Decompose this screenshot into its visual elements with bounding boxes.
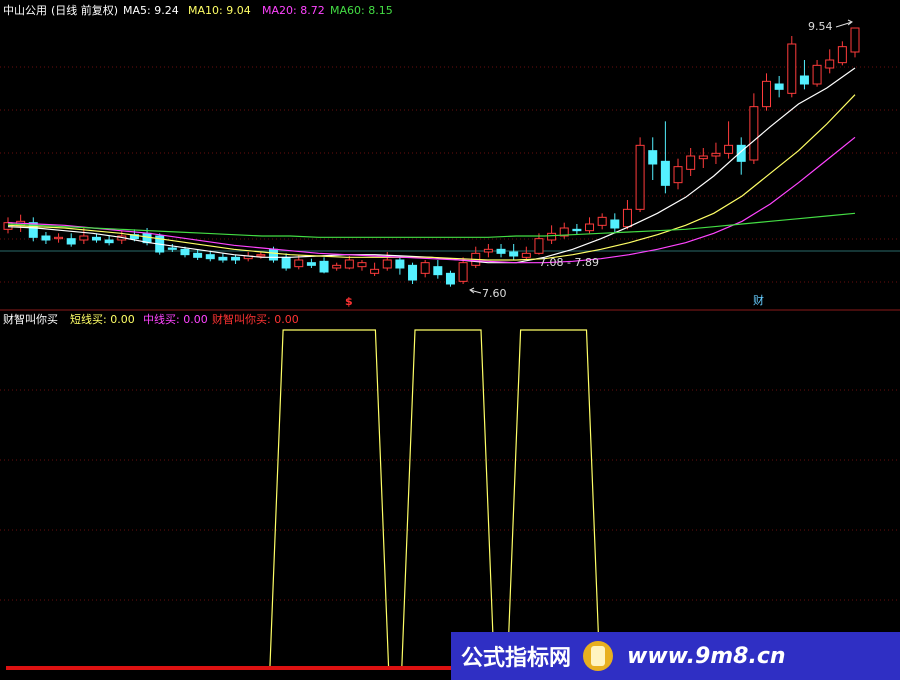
range-label: 7.08 - 7.89 <box>539 256 599 269</box>
indicator-line-short-buy <box>6 329 890 669</box>
candle <box>420 260 430 278</box>
candle <box>825 49 835 74</box>
candle <box>28 217 38 242</box>
candle <box>231 254 241 264</box>
candle <box>648 137 658 180</box>
candle <box>559 222 569 239</box>
candle <box>585 217 595 234</box>
candle <box>724 121 734 159</box>
candle <box>749 93 759 164</box>
ma-line-ma10 <box>7 94 856 261</box>
high-price-label: 9.54 <box>808 20 833 33</box>
ma-legend: MA5: 9.24 MA10: 9.04 MA20: 8.72 MA60: 8.15 <box>123 4 393 17</box>
candle <box>370 262 380 276</box>
candle <box>547 225 557 244</box>
candle <box>799 60 809 90</box>
candle <box>395 257 405 275</box>
candle <box>509 244 519 260</box>
indicator-legend: 短线买: 0.00 中线买: 0.00 财智叫你买: 0.00 <box>70 312 299 326</box>
candle <box>610 213 620 234</box>
candle <box>41 232 51 244</box>
candle <box>433 260 443 279</box>
ma-line-ma60 <box>7 212 856 238</box>
candle <box>698 148 708 168</box>
candle <box>774 76 784 98</box>
candle <box>319 257 329 274</box>
candle <box>408 262 418 284</box>
candle <box>332 262 342 271</box>
candle <box>736 137 746 175</box>
candle <box>762 73 772 111</box>
chart-mode: (日线 前复权) <box>51 3 118 17</box>
stock-name: 中山公用 <box>3 4 47 17</box>
candle <box>445 270 455 287</box>
candle <box>281 253 291 271</box>
buy-marker: 财 <box>753 293 764 307</box>
indicator-legend-item: 财智叫你买: 0.00 <box>212 312 299 326</box>
candle <box>218 253 228 263</box>
candle <box>686 148 696 176</box>
ma-line-ma5 <box>7 67 856 264</box>
low-price-label: 7.60 <box>482 287 507 300</box>
candle <box>850 27 860 58</box>
ma-legend-item: MA60: 8.15 <box>330 4 393 17</box>
chart-stage: 中山公用 (日线 前复权) MA5: 9.24 MA10: 9.04 MA20: 8… <box>0 0 900 680</box>
coin-logo-icon <box>583 641 614 671</box>
indicator-legend-item: 中线买: 0.00 <box>143 312 208 326</box>
candle <box>787 36 797 98</box>
candle <box>471 246 481 268</box>
candle <box>837 41 847 66</box>
candle <box>597 213 607 230</box>
ma-legend-item: MA10: 9.04 <box>188 4 251 17</box>
indicator-panel <box>6 329 890 670</box>
watermark-cn: 公式指标网 <box>461 646 572 671</box>
sell-marker: $ <box>345 295 353 308</box>
candle <box>622 200 632 230</box>
candle <box>496 244 506 258</box>
candle <box>66 233 76 247</box>
candle <box>306 258 316 268</box>
candle <box>458 257 468 284</box>
candle <box>572 224 582 235</box>
low-price-arrow <box>469 287 482 294</box>
candle <box>104 236 114 246</box>
candle <box>673 158 683 190</box>
ma-line-ma20 <box>7 136 856 264</box>
candle <box>54 233 64 243</box>
candle <box>711 142 721 164</box>
chart-canvas: 中山公用 (日线 前复权) MA5: 9.24 MA10: 9.04 MA20: 8… <box>0 3 900 670</box>
candle <box>357 260 367 271</box>
candle <box>812 60 822 87</box>
grid <box>0 66 900 601</box>
candle <box>635 137 645 212</box>
ma-legend-item: MA5: 9.24 <box>123 4 179 17</box>
candle <box>483 244 493 258</box>
watermark: 公式指标网 www.9m8.cn <box>451 632 900 680</box>
high-price-arrow <box>835 19 853 28</box>
indicator-name: 财智叫你买 <box>3 312 58 326</box>
indicator-legend-item: 短线买: 0.00 <box>70 312 135 326</box>
ma-legend-item: MA20: 8.72 <box>262 4 325 17</box>
candle <box>660 121 670 194</box>
watermark-url: www.9m8.cn <box>627 643 786 669</box>
candle <box>344 256 354 270</box>
candle <box>521 246 531 260</box>
